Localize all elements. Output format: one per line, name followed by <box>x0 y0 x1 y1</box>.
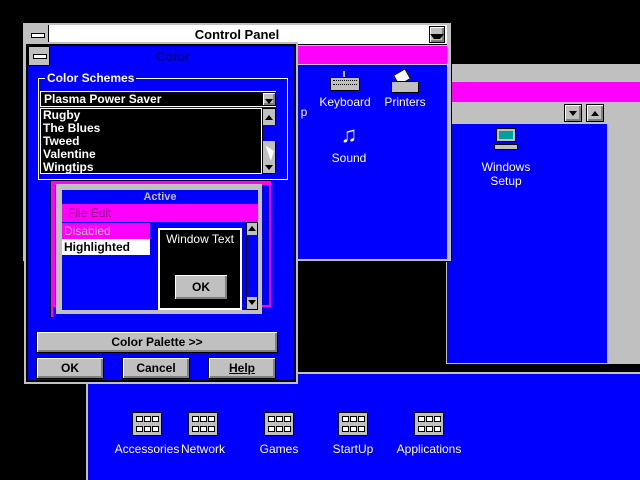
scroll-down-button[interactable] <box>263 159 275 173</box>
windows-setup-item[interactable]: Windows Setup <box>470 128 542 188</box>
preview-ok-button: OK <box>174 274 228 300</box>
keyboard-label: Keyboard <box>319 95 371 109</box>
color-palette-button[interactable]: Color Palette >> <box>36 331 278 353</box>
program-group-icon <box>414 412 444 436</box>
chevron-up-icon <box>265 115 273 120</box>
minimize-button[interactable] <box>564 104 582 122</box>
minimize-button[interactable] <box>429 26 445 43</box>
scroll-up-button <box>247 223 257 235</box>
group-label: Applications <box>396 442 462 456</box>
group-label: Games <box>259 442 299 456</box>
keyboard-icon <box>330 71 360 93</box>
keyboard-item[interactable]: Keyboard <box>313 71 377 109</box>
help-button[interactable]: Help <box>208 357 276 379</box>
printers-label: Printers <box>384 95 426 109</box>
preview-disabled-item: Disabled <box>62 223 150 239</box>
system-menu-icon[interactable] <box>28 46 50 66</box>
list-item[interactable]: Wingtips <box>43 161 94 174</box>
preview-active-title: Active <box>62 190 258 204</box>
program-group-icon <box>264 412 294 436</box>
scheme-dropdown-button[interactable] <box>262 92 276 106</box>
windows-setup-icon <box>492 128 520 154</box>
chevron-down-icon <box>569 111 577 116</box>
preview-window-text: Window Text <box>166 232 234 246</box>
partial-icon-label[interactable]: p <box>297 105 311 119</box>
group-label: StartUp <box>332 442 374 456</box>
chevron-down-icon <box>265 99 273 104</box>
maximize-button[interactable] <box>586 104 604 122</box>
chevron-up-icon <box>591 111 599 116</box>
color-dialog-titlebar[interactable]: Color <box>28 46 294 66</box>
sound-item[interactable]: ♫ Sound <box>317 122 381 166</box>
preview-window-text-box: Window Text OK <box>158 228 242 310</box>
color-dialog: Color Color Schemes Plasma Power Saver R… <box>24 42 298 384</box>
scroll-thumb[interactable] <box>263 125 275 141</box>
scheme-combobox[interactable]: Plasma Power Saver <box>40 91 276 107</box>
sound-label: Sound <box>331 151 367 165</box>
applications-group[interactable]: Applications <box>384 412 474 456</box>
cancel-button[interactable]: Cancel <box>122 357 190 379</box>
scroll-down-button <box>247 297 257 309</box>
windows-setup-label: Windows Setup <box>481 160 531 188</box>
preview-menu-bar: File Edit <box>62 204 258 222</box>
dialog-title: Color <box>156 49 190 64</box>
printers-item[interactable]: Printers <box>373 68 437 109</box>
color-schemes-label: Color Schemes <box>45 71 137 85</box>
preview-highlighted-item: Highlighted <box>62 239 150 255</box>
selected-scheme: Plasma Power Saver <box>44 92 162 106</box>
window-title: Control Panel <box>194 27 280 42</box>
program-group-window: Accessories Network Games StartUp Applic… <box>86 372 640 480</box>
window-titlebar[interactable] <box>450 82 640 102</box>
program-group-icon <box>188 412 218 436</box>
scheme-list-scrollbar[interactable] <box>262 108 276 174</box>
chevron-down-icon <box>430 34 444 39</box>
scheme-list[interactable]: Rugby The Blues Tweed Valentine Wingtips <box>40 108 262 174</box>
group-label: Network <box>180 442 225 456</box>
preview-scrollbar <box>246 222 258 310</box>
chevron-up-icon <box>248 226 256 231</box>
printer-icon <box>391 68 419 93</box>
chevron-down-icon <box>265 165 273 170</box>
partial-label: p <box>300 105 308 119</box>
ok-button[interactable]: OK <box>36 357 104 379</box>
sound-icon: ♫ <box>340 122 358 147</box>
scroll-up-button[interactable] <box>263 109 275 123</box>
program-group-icon <box>338 412 368 436</box>
main-group-titlebar[interactable] <box>446 102 608 124</box>
chevron-down-icon <box>248 300 256 305</box>
